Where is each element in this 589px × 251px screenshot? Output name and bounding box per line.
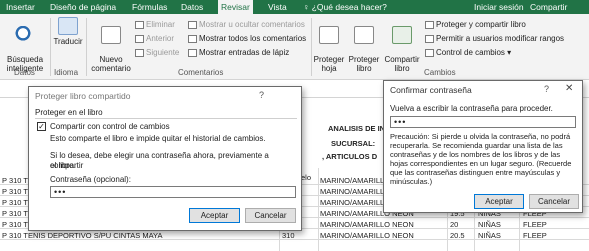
lock-workbook-icon xyxy=(354,26,374,44)
table-cell[interactable]: 310 xyxy=(282,231,295,240)
modelo-column-header: elo xyxy=(301,173,312,182)
translate-label: Traducir xyxy=(53,37,83,46)
comment-toggle-icon xyxy=(188,20,197,29)
show-all-comments-button[interactable]: Mostrar todos los comentarios xyxy=(188,34,306,43)
confirm-password-dialog: Confirmar contraseña ? ✕ Vuelva a escrib… xyxy=(383,80,583,213)
translate-button[interactable]: Traducir xyxy=(52,17,84,46)
table-cell[interactable]: MARINO/AMARILLO NEON xyxy=(320,231,414,240)
table-cell[interactable]: 20 xyxy=(450,220,458,229)
tab-page-layout[interactable]: Diseño de página xyxy=(50,2,116,12)
edit-ranges-icon xyxy=(425,34,434,43)
protect-share-icon xyxy=(425,20,434,29)
articulos-label: , ARTICULOS D xyxy=(322,152,378,161)
table-cell[interactable]: MARINO/AMARILLO xyxy=(320,198,390,207)
table-cell[interactable]: NIÑAS xyxy=(478,220,501,229)
table-cell[interactable]: 20.5 xyxy=(450,231,465,240)
tab-view[interactable]: Vista xyxy=(268,2,287,12)
show-hide-comments-button[interactable]: Mostrar u ocultar comentarios xyxy=(188,20,305,29)
protect-sheet-label: Proteger hoja xyxy=(313,55,345,73)
group-label-language: Idioma xyxy=(54,68,79,77)
description-line-3: el libro. xyxy=(50,161,76,170)
protect-sheet-button[interactable]: Proteger hoja xyxy=(313,17,345,73)
cancel-button[interactable]: Cancelar xyxy=(245,208,296,223)
protect-workbook-label: Proteger libro xyxy=(348,55,380,73)
table-cell[interactable]: MARINO/AMARILLO NEON xyxy=(320,220,414,229)
show-ink-button[interactable]: Mostrar entradas de lápiz xyxy=(188,48,289,57)
ink-icon xyxy=(188,48,197,57)
group-label-comments: Comentarios xyxy=(178,68,224,77)
sucursal-label: SUCURSAL: xyxy=(331,139,376,148)
password-label: Contraseña (opcional): xyxy=(50,175,131,184)
group-label-data: Datos xyxy=(14,68,35,77)
translate-icon xyxy=(58,17,78,35)
comments-icon xyxy=(188,34,197,43)
protect-workbook-button[interactable]: Proteger libro xyxy=(347,17,381,73)
caution-line-5: que las contraseñas distinguen entre may… xyxy=(390,168,561,177)
ribbon-tab-bar: Insertar Diseño de página Fórmulas Datos… xyxy=(0,0,589,14)
tab-formulas[interactable]: Fórmulas xyxy=(132,2,167,12)
table-cell[interactable]: MARINO/AMARILLO xyxy=(320,176,390,185)
table-cell[interactable]: NIÑAS xyxy=(478,231,501,240)
allow-edit-ranges-button[interactable]: Permitir a usuarios modificar rangos xyxy=(425,34,564,43)
table-cell[interactable]: FLEEP xyxy=(523,220,547,229)
ok-button[interactable]: Aceptar xyxy=(474,194,524,209)
previous-comment-button[interactable]: Anterior xyxy=(135,34,174,43)
tab-data[interactable]: Datos xyxy=(181,2,203,12)
confirm-password-input[interactable]: ••• xyxy=(390,116,576,128)
description-line-1: Esto comparte el libro e impide quitar e… xyxy=(50,134,266,143)
tab-insert[interactable]: Insertar xyxy=(6,2,35,12)
caution-line-2: recuperarla. Se recomienda guardar una l… xyxy=(390,141,563,150)
caution-line-6: minúsculas.) xyxy=(390,177,433,186)
protect-share-workbook-button[interactable]: Proteger y compartir libro xyxy=(425,20,526,29)
ok-button[interactable]: Aceptar xyxy=(189,208,240,223)
help-icon[interactable]: ? xyxy=(259,90,264,100)
group-label-changes: Cambios xyxy=(424,68,456,77)
share-track-changes-checkbox[interactable]: ✓ xyxy=(37,122,46,131)
share-workbook-label: Compartir libro xyxy=(384,55,420,73)
share-button[interactable]: Compartir xyxy=(530,2,567,12)
caution-line-4: hojas correspondientes en un lugar segur… xyxy=(390,159,572,168)
search-icon xyxy=(15,26,35,44)
tell-me-search[interactable]: ♀ ¿Qué desea hacer? xyxy=(303,2,387,12)
sign-in-link[interactable]: Iniciar sesión xyxy=(474,2,524,12)
cancel-button[interactable]: Cancelar xyxy=(529,194,579,209)
new-comment-label: Nuevo comentario xyxy=(91,55,131,73)
report-title: ANALISIS DE INV xyxy=(328,124,391,133)
table-cell[interactable]: P 310 TENIS DEPORTIVO S/PU CINTAS MAYA xyxy=(2,231,162,240)
checkbox-label[interactable]: Compartir con control de cambios xyxy=(50,122,170,132)
lock-sheet-icon xyxy=(319,26,339,44)
next-icon xyxy=(135,48,144,57)
comment-icon xyxy=(101,26,121,44)
table-cell[interactable]: FLEEP xyxy=(523,231,547,240)
description-line-2: Si lo desea, debe elegir una contraseña … xyxy=(50,151,269,170)
caution-line-3: contraseñas y de los nombres de los libr… xyxy=(390,150,561,159)
share-workbook-icon xyxy=(392,26,412,44)
ribbon: Búsqueda inteligente Traducir Nuevo come… xyxy=(0,14,589,80)
group-label: Proteger en el libro xyxy=(35,108,103,117)
track-changes-button[interactable]: Control de cambios ▾ xyxy=(425,48,511,57)
help-icon[interactable]: ? xyxy=(544,84,549,94)
previous-icon xyxy=(135,34,144,43)
share-workbook-button[interactable]: Compartir libro xyxy=(383,17,421,73)
dialog-title: Confirmar contraseña xyxy=(390,85,472,95)
password-input[interactable]: ••• xyxy=(50,186,296,198)
protect-shared-workbook-dialog: Proteger libro compartido ? Proteger en … xyxy=(28,86,302,231)
smart-lookup-button[interactable]: Búsqueda inteligente xyxy=(2,17,48,73)
track-changes-icon xyxy=(425,48,434,57)
caution-line-1: Precaución: Si pierde u olvida la contra… xyxy=(390,132,571,141)
close-icon[interactable]: ✕ xyxy=(565,83,573,94)
delete-comment-button[interactable]: Eliminar xyxy=(135,20,175,29)
tab-review[interactable]: Revisar xyxy=(218,0,253,14)
table-cell[interactable]: MARINO/AMARILLO xyxy=(320,187,390,196)
next-comment-button[interactable]: Siguiente xyxy=(135,48,179,57)
prompt-text: Vuelva a escribir la contraseña para pro… xyxy=(390,104,553,113)
delete-icon xyxy=(135,20,144,29)
new-comment-button[interactable]: Nuevo comentario xyxy=(90,17,132,73)
